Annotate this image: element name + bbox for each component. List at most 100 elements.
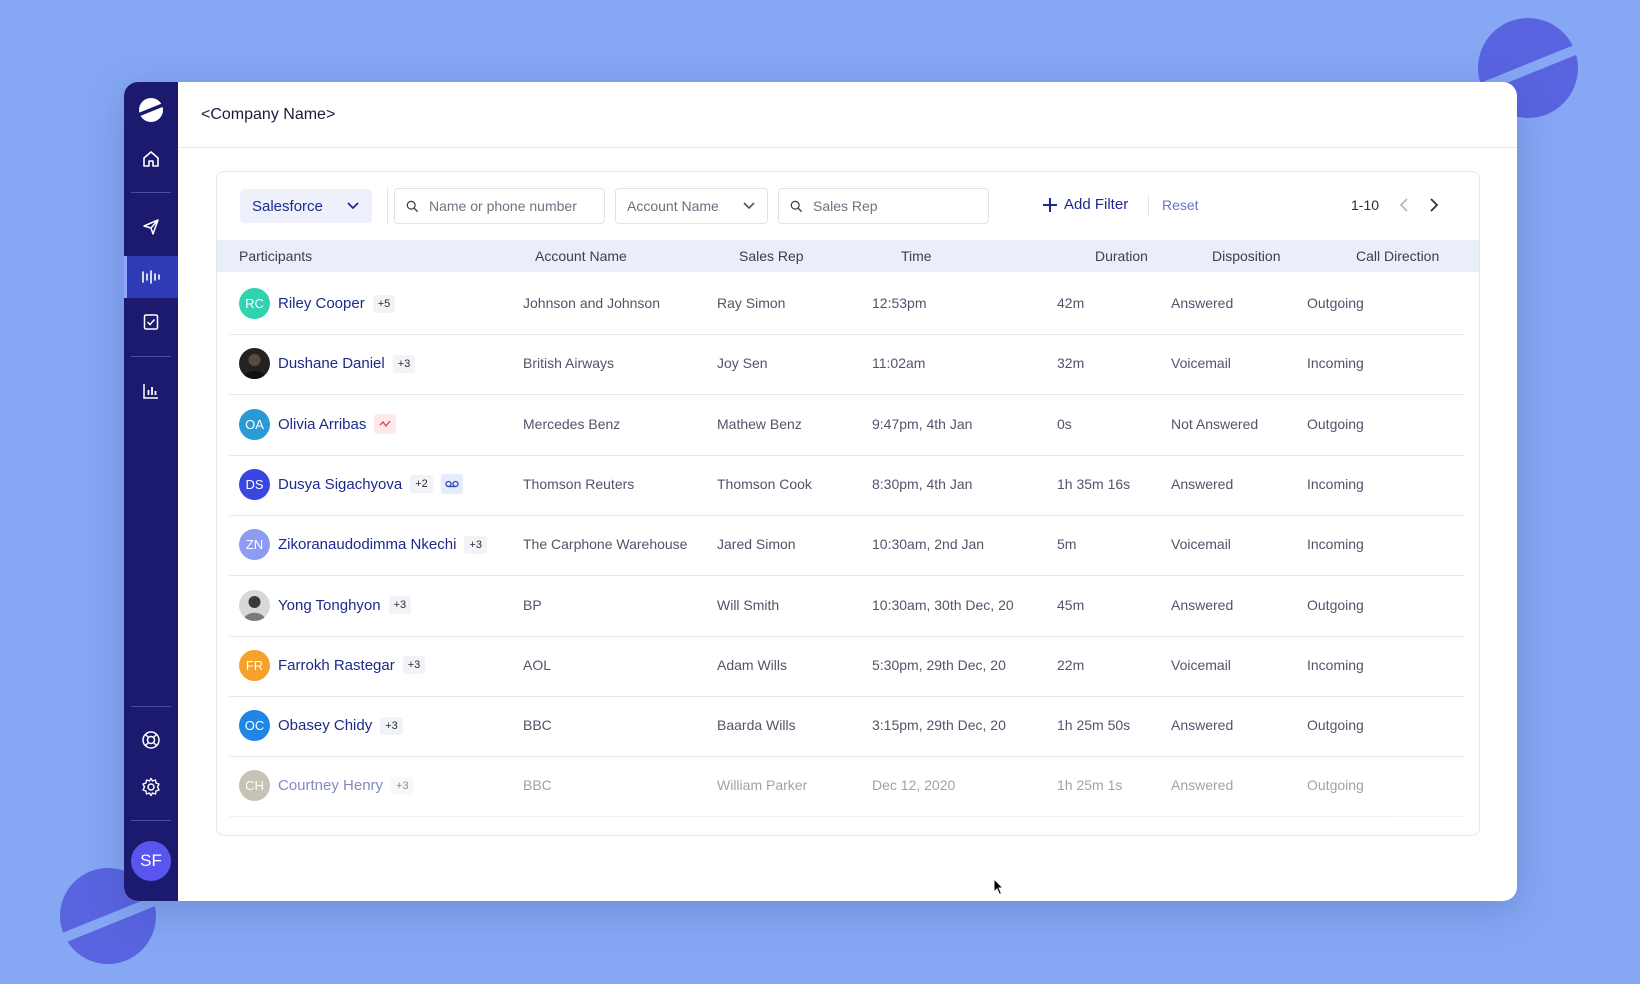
rep-cell: Adam Wills: [717, 656, 788, 673]
logo-icon: [138, 98, 164, 122]
account-cell: BBC: [523, 717, 552, 734]
disposition-cell: Answered: [1171, 777, 1234, 794]
table-row[interactable]: FR Farrokh Rastegar +3 AOL Adam Wills 5:30pm,…: [217, 634, 1479, 697]
column-header[interactable]: Disposition: [1212, 248, 1280, 264]
participant-count-badge[interactable]: +2: [410, 475, 433, 494]
participant-name-link[interactable]: Yong Tonghyon: [278, 597, 381, 614]
sales-rep-search[interactable]: [778, 188, 989, 224]
column-header[interactable]: Duration: [1095, 248, 1148, 264]
user-avatar[interactable]: SF: [131, 841, 171, 881]
disposition-cell: Voicemail: [1171, 355, 1231, 372]
pagination-range: 1-10: [1351, 197, 1380, 213]
source-select-label: Salesforce: [252, 197, 323, 215]
search-input[interactable]: [427, 197, 593, 215]
account-cell: Johnson and Johnson: [523, 295, 660, 311]
add-filter-button[interactable]: Add Filter: [1042, 196, 1128, 213]
table-header: Participants Account Name Sales Rep Time…: [217, 240, 1479, 272]
participant-cell: Dushane Daniel +3: [239, 348, 416, 380]
participant-count-badge[interactable]: +3: [380, 716, 403, 735]
help-lifebuoy-icon: [142, 731, 160, 749]
participant-count-badge[interactable]: +3: [402, 656, 426, 675]
column-header[interactable]: Sales Rep: [739, 248, 804, 264]
participant-count-badge[interactable]: +3: [388, 596, 412, 614]
toolbar-divider: [387, 188, 388, 224]
column-header[interactable]: Time: [901, 248, 932, 264]
participant-name-link[interactable]: Zikoranaudodimma Nkechi: [278, 536, 456, 553]
account-cell: BP: [523, 596, 542, 613]
table-row[interactable]: CH Courtney Henry +3 BBC William Parker Dec 1…: [217, 754, 1479, 818]
participant-count-badge[interactable]: +3: [391, 776, 414, 795]
table-row[interactable]: ZN Zikoranaudodimma Nkechi +3 The Carphone …: [217, 513, 1479, 577]
participant-name-link[interactable]: Farrokh Rastegar: [278, 657, 395, 674]
app-window: SF <Company Name> Salesforce Account Nam…: [124, 82, 1517, 901]
sidebar-item-send[interactable]: [124, 207, 178, 247]
prev-page-button[interactable]: [1395, 194, 1413, 216]
source-select[interactable]: Salesforce: [240, 189, 372, 223]
sidebar-item-help[interactable]: [124, 720, 178, 760]
sidebar-item-settings[interactable]: [124, 767, 178, 807]
table-row[interactable]: OC Obasey Chidy +3 BBC Baarda Wills 3:15pm, 2…: [217, 694, 1479, 758]
table-row[interactable]: Dushane Daniel +3 British Airways Joy Sen 11…: [217, 332, 1479, 396]
duration-cell: 32m: [1057, 355, 1085, 372]
sidebar-item-notes[interactable]: [124, 302, 178, 342]
waveform-icon: [142, 270, 160, 284]
app-logo[interactable]: [124, 88, 178, 132]
account-cell: Mercedes Benz: [523, 415, 621, 432]
gear-icon: [142, 777, 160, 797]
duration-cell: 22m: [1057, 656, 1085, 673]
disposition-cell: Answered: [1171, 596, 1234, 613]
avatar: [239, 589, 270, 621]
rep-cell: William Parker: [717, 777, 808, 794]
duration-cell: 1h 35m 16s: [1057, 475, 1131, 492]
participant-cell: RC Riley Cooper +5: [239, 288, 396, 319]
account-name-dropdown[interactable]: Account Name: [615, 188, 768, 224]
disposition-cell: Answered: [1171, 717, 1234, 734]
table-row[interactable]: RC Riley Cooper +5 Johnson and Johnson Ray S…: [217, 272, 1479, 335]
participant-cell: FR Farrokh Rastegar +3: [239, 649, 426, 681]
participant-count-badge[interactable]: +5: [372, 294, 396, 313]
reset-button[interactable]: Reset: [1162, 197, 1199, 213]
voicemail-icon: [440, 474, 463, 495]
avatar: CH: [239, 770, 270, 802]
duration-cell: 1h 25m 50s: [1057, 717, 1131, 734]
table-row[interactable]: DS Dusya Sigachyova +2 Thomson Reuters Thoms…: [217, 453, 1479, 516]
time-cell: 9:47pm, 4th Jan: [872, 415, 973, 432]
participant-name-link[interactable]: Obasey Chidy: [278, 717, 372, 734]
sidebar-item-home[interactable]: [124, 139, 178, 179]
sidebar-item-calls[interactable]: [124, 256, 178, 298]
column-header[interactable]: Call Direction: [1356, 248, 1439, 264]
sidebar-item-analytics[interactable]: [124, 371, 178, 411]
avatar: RC: [239, 288, 270, 319]
send-icon: [143, 219, 159, 235]
participant-count-badge[interactable]: +3: [392, 354, 416, 373]
participant-name-link[interactable]: Courtney Henry: [278, 777, 383, 794]
participant-name-link[interactable]: Olivia Arribas: [278, 416, 366, 433]
sales-rep-input[interactable]: [811, 197, 977, 215]
disposition-cell: Voicemail: [1171, 536, 1231, 553]
participant-name-link[interactable]: Dusya Sigachyova: [278, 476, 402, 493]
participant-name-link[interactable]: Dushane Daniel: [278, 355, 385, 372]
column-header[interactable]: Account Name: [535, 248, 627, 264]
table-row[interactable]: OA Olivia Arribas Mercedes Benz Mathew Benz…: [217, 393, 1479, 456]
participant-name-link[interactable]: Riley Cooper: [278, 295, 365, 312]
participant-cell: OA Olivia Arribas: [239, 408, 397, 440]
rep-cell: Jared Simon: [717, 536, 796, 553]
sidebar-divider: [131, 820, 171, 821]
duration-cell: 42m: [1057, 295, 1085, 311]
add-filter-label: Add Filter: [1064, 196, 1129, 213]
table-row[interactable]: Yong Tonghyon +3 BP Will Smith 10:30am, 30th…: [217, 574, 1479, 637]
toolbar-divider: [1148, 196, 1149, 216]
direction-cell: Incoming: [1307, 355, 1364, 372]
participant-cell: OC Obasey Chidy +3: [239, 710, 403, 742]
notes-icon: [143, 314, 159, 330]
next-page-button[interactable]: [1425, 194, 1443, 216]
search-icon: [406, 200, 419, 212]
home-icon: [143, 151, 159, 167]
time-cell: 8:30pm, 4th Jan: [872, 475, 973, 492]
sidebar-divider: [131, 192, 171, 193]
participant-search[interactable]: [394, 188, 605, 224]
participant-count-badge[interactable]: +3: [464, 535, 487, 554]
column-header[interactable]: Participants: [239, 248, 312, 264]
rep-cell: Thomson Cook: [717, 475, 812, 492]
main-content: <Company Name> Salesforce Account Name: [178, 82, 1517, 901]
